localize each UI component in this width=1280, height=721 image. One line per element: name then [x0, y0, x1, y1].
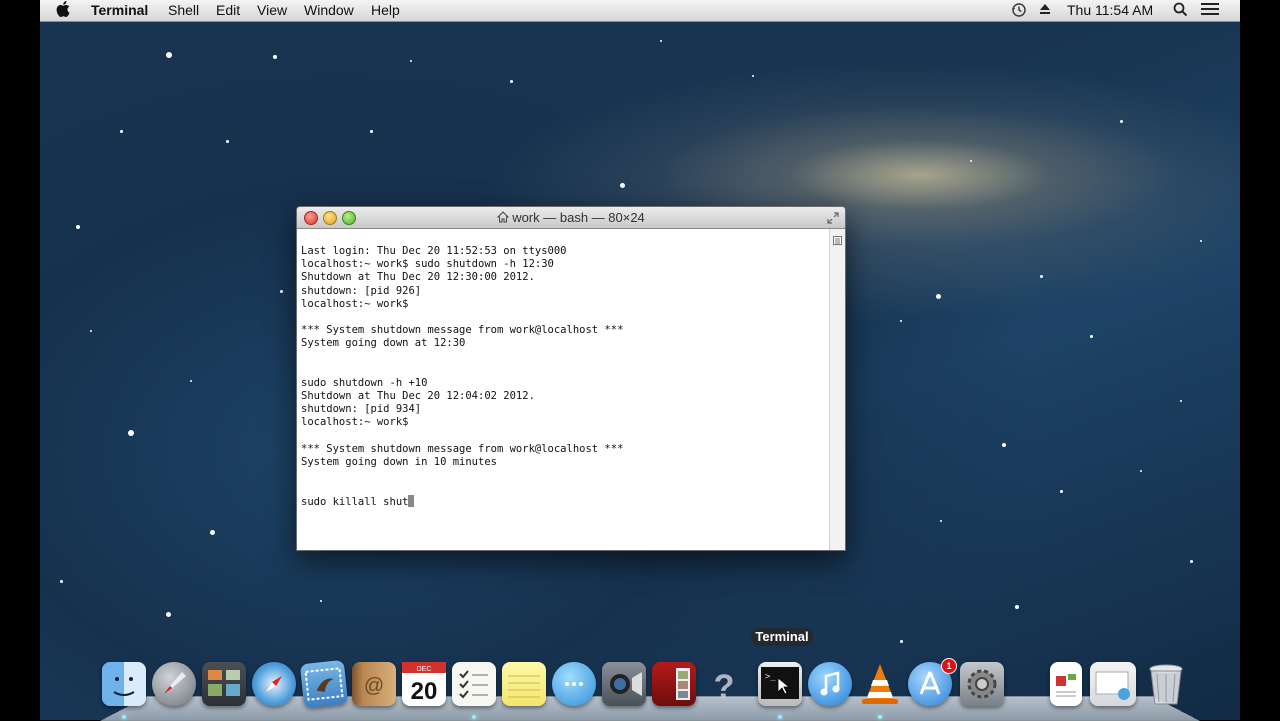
itunes-icon[interactable] — [808, 662, 852, 706]
terminal-line: localhost:~ work$ — [301, 416, 409, 429]
menu-window[interactable]: Window — [304, 2, 354, 18]
terminal-current-input[interactable]: sudo killall shut — [301, 496, 408, 508]
running-indicator — [122, 715, 126, 719]
notes-icon[interactable] — [502, 662, 546, 706]
vlc-icon[interactable] — [858, 662, 902, 706]
apple-menu-icon[interactable] — [56, 1, 70, 22]
mail-icon[interactable] — [299, 659, 349, 709]
launchpad-icon[interactable] — [152, 662, 196, 706]
terminal-line: *** System shutdown message from work@lo… — [301, 324, 624, 337]
split-pane-icon[interactable] — [833, 232, 842, 245]
menu-edit[interactable]: Edit — [216, 2, 240, 18]
menu-view[interactable]: View — [257, 2, 287, 18]
terminal-line: localhost:~ work$ — [301, 297, 409, 310]
eject-icon[interactable] — [1039, 2, 1051, 19]
reminders-icon[interactable] — [452, 662, 496, 706]
svg-text:?: ? — [714, 668, 735, 706]
dock: @ DEC 20 ? >_ 1 — [100, 658, 1200, 721]
window-title: work — bash — 80×24 — [297, 210, 845, 225]
terminal-icon[interactable]: >_ — [758, 662, 802, 706]
terminal-line: localhost:~ work$ sudo shutdown -h 12:30 — [301, 258, 554, 271]
terminal-line: shutdown: [pid 934] — [301, 403, 422, 416]
calendar-day: 20 — [411, 678, 438, 705]
safari-icon[interactable] — [252, 662, 296, 706]
home-folder-icon — [496, 211, 510, 223]
photo-booth-icon[interactable] — [652, 662, 696, 706]
terminal-line: System going down in 10 minutes — [301, 455, 497, 468]
vertical-scrollbar[interactable] — [829, 229, 845, 550]
terminal-input-line[interactable]: sudo killall shut — [301, 495, 623, 509]
mission-control-icon[interactable] — [202, 662, 246, 706]
dock-tooltip: Terminal — [751, 628, 813, 646]
unknown-app-icon[interactable]: ? — [702, 662, 746, 706]
contacts-icon[interactable]: @ — [352, 662, 396, 706]
window-titlebar[interactable]: work — bash — 80×24 — [297, 207, 845, 229]
terminal-output[interactable]: Last login: Thu Dec 20 11:52:53 on ttys0… — [297, 229, 829, 550]
svg-text:>_: >_ — [765, 672, 776, 682]
menu-clock[interactable]: Thu 11:54 AM — [1067, 2, 1153, 18]
terminal-window: work — bash — 80×24 Last login: Thu Dec … — [296, 206, 846, 551]
system-preferences-icon[interactable] — [960, 662, 1004, 706]
terminal-line: System going down at 12:30 — [301, 337, 466, 350]
trash-icon[interactable] — [1144, 662, 1188, 706]
menu-bar: Terminal Shell Edit View Window Help Thu… — [40, 0, 1240, 22]
terminal-line: Last login: Thu Dec 20 11:52:53 on ttys0… — [301, 245, 567, 258]
stack-icon[interactable] — [1090, 662, 1136, 706]
facetime-icon[interactable] — [602, 662, 646, 706]
terminal-line: *** System shutdown message from work@lo… — [301, 442, 624, 455]
finder-icon[interactable] — [102, 662, 146, 706]
terminal-lines: Last login: Thu Dec 20 11:52:53 on ttys0… — [301, 232, 623, 536]
terminal-line: Shutdown at Thu Dec 20 12:04:02 2012. — [301, 389, 535, 402]
calendar-month: DEC — [417, 666, 432, 673]
spotlight-search-icon[interactable] — [1173, 2, 1188, 20]
running-indicator — [878, 715, 882, 719]
letterbox-left — [0, 0, 40, 720]
running-indicator — [778, 715, 782, 719]
notification-badge: 1 — [941, 658, 957, 674]
letterbox-right — [1240, 0, 1280, 720]
fullscreen-icon[interactable] — [827, 211, 839, 224]
terminal-line: Shutdown at Thu Dec 20 12:30:00 2012. — [301, 271, 535, 284]
document-icon[interactable] — [1050, 662, 1082, 706]
terminal-line: sudo shutdown -h +10 — [301, 376, 428, 389]
calendar-icon[interactable]: DEC 20 — [402, 662, 446, 706]
running-indicator — [472, 715, 476, 719]
menu-shell[interactable]: Shell — [168, 2, 199, 18]
window-title-text: work — bash — 80×24 — [512, 210, 645, 225]
notification-center-icon[interactable] — [1201, 2, 1219, 20]
terminal-line: shutdown: [pid 926] — [301, 284, 422, 297]
messages-icon[interactable] — [552, 662, 596, 706]
menu-help[interactable]: Help — [371, 2, 400, 18]
menu-app-name[interactable]: Terminal — [91, 2, 148, 18]
svg-text:@: @ — [364, 675, 384, 697]
time-machine-icon[interactable] — [1011, 2, 1027, 21]
text-cursor — [408, 495, 415, 508]
